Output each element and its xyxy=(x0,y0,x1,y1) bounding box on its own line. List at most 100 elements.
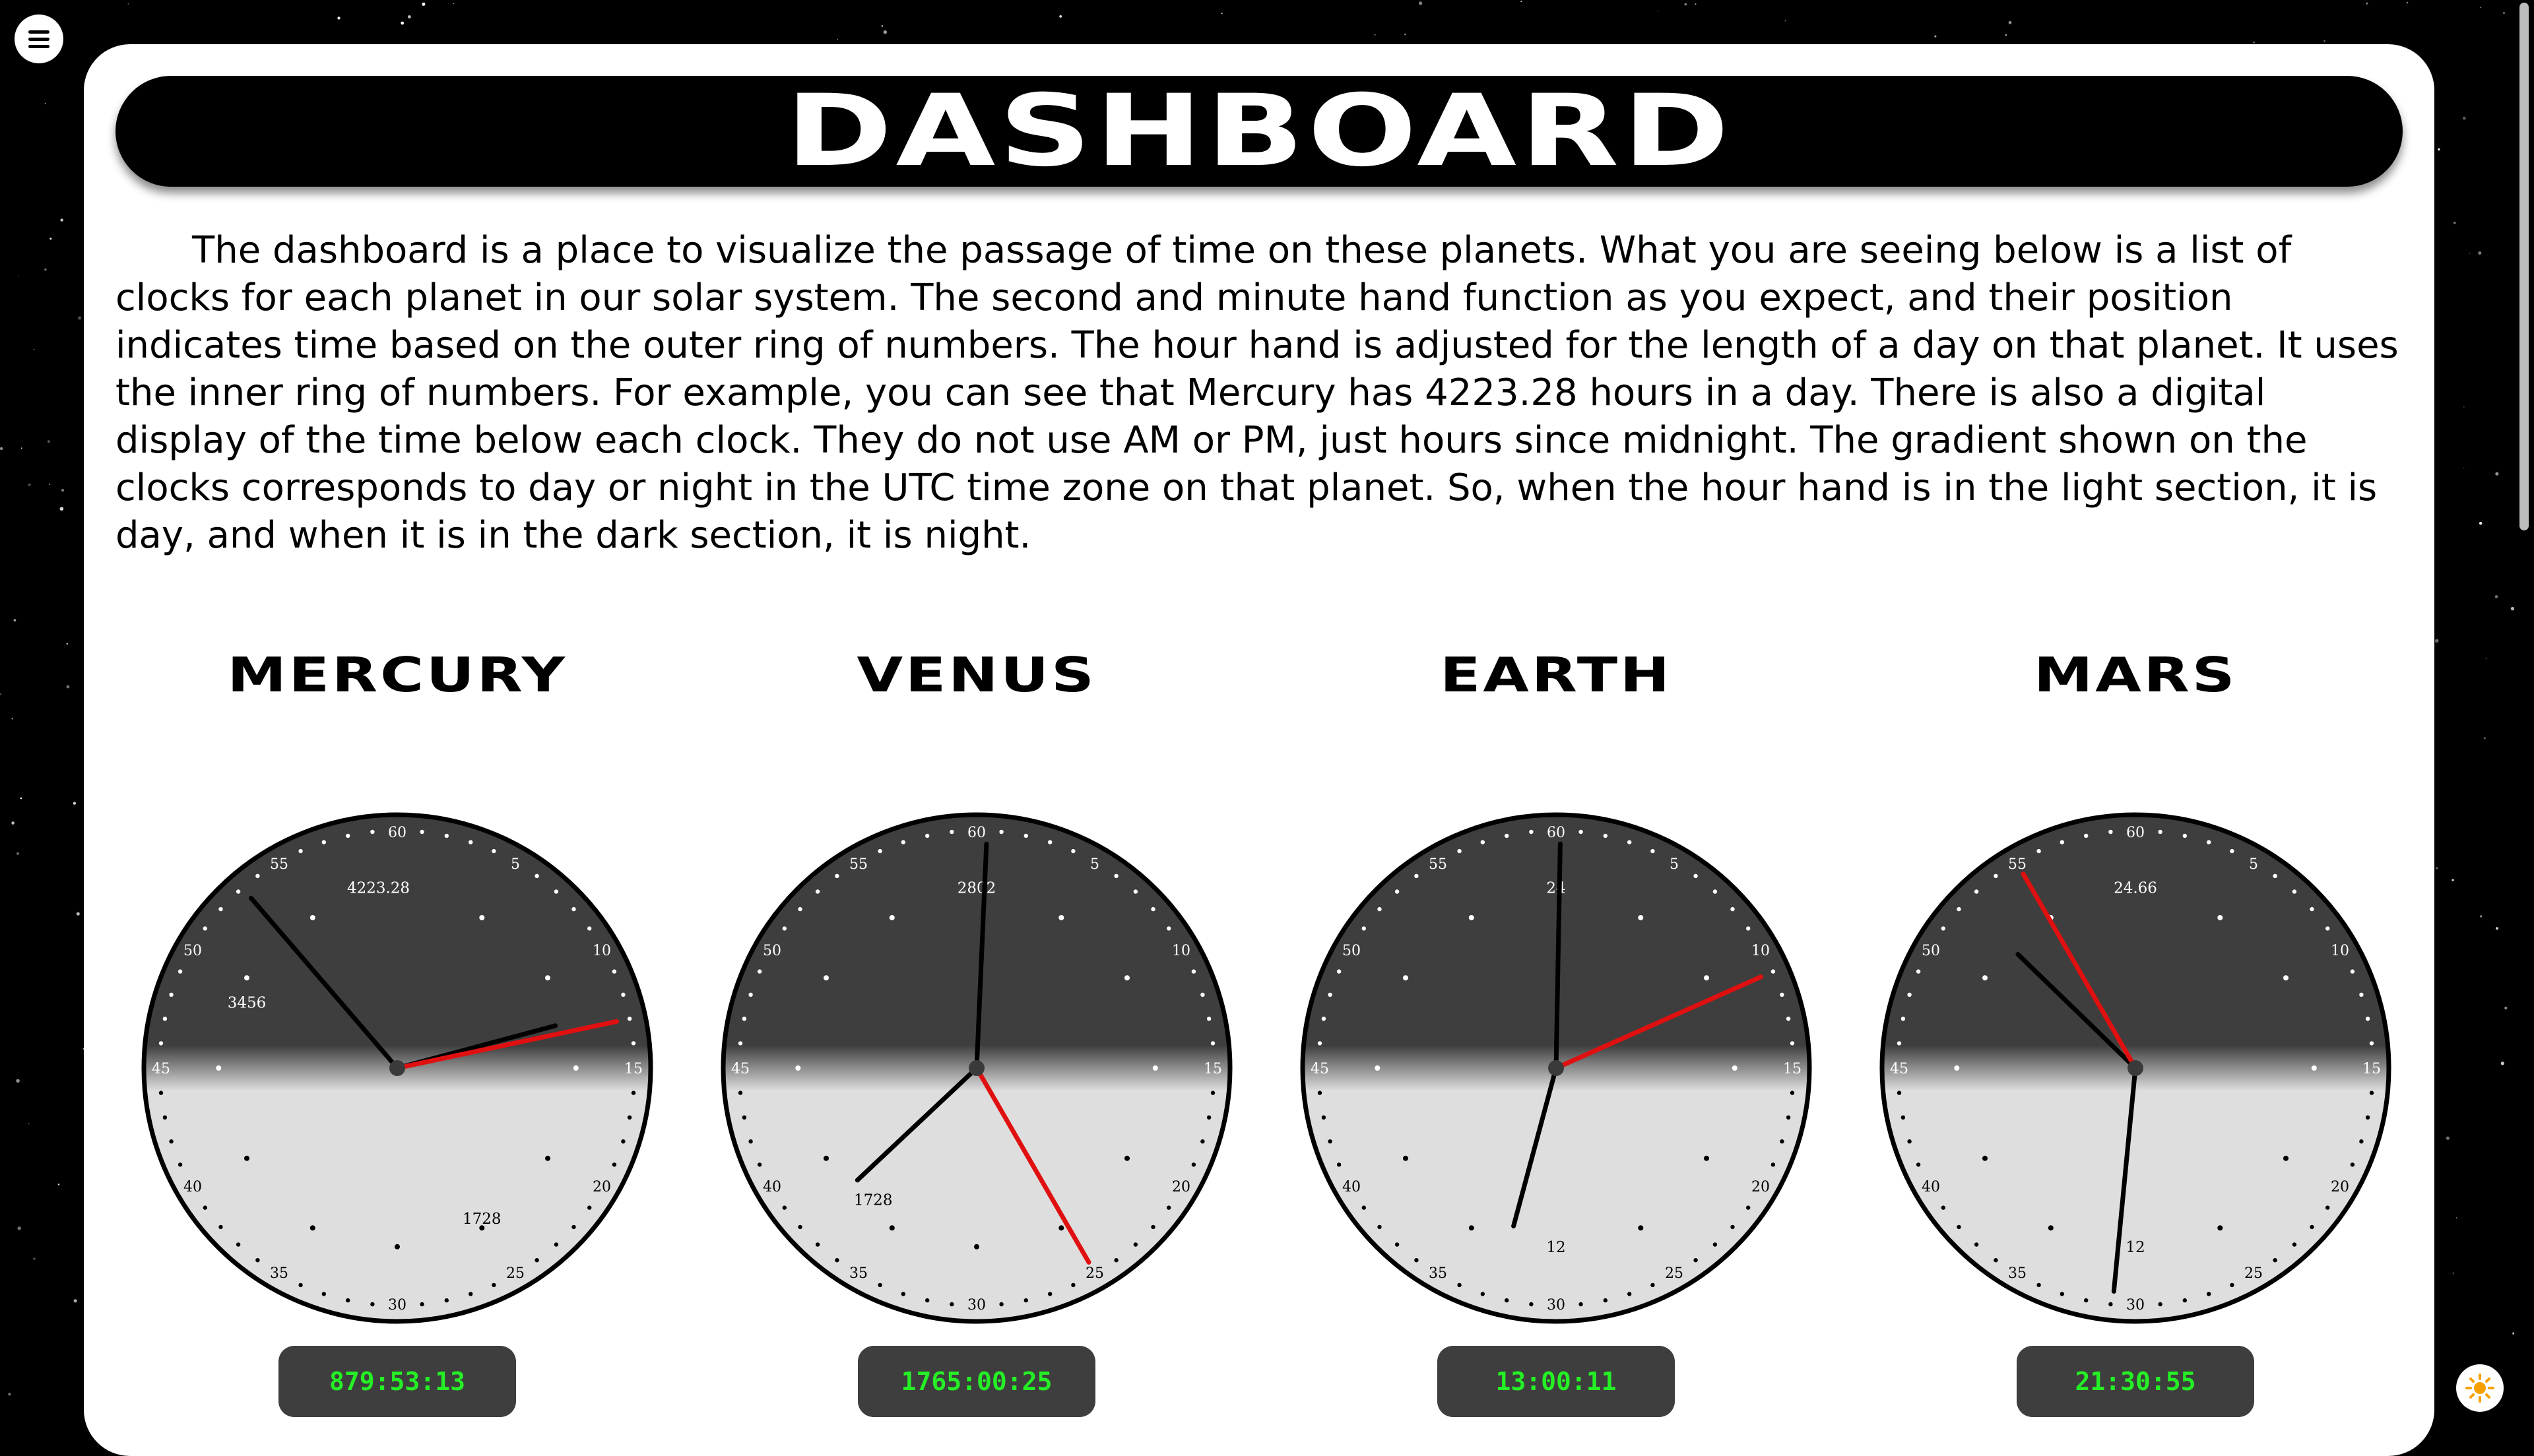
hour-position-dot xyxy=(1704,975,1709,981)
star xyxy=(2434,639,2439,643)
outer-minute-label: 40 xyxy=(1342,1179,1361,1195)
outer-minute-label: 20 xyxy=(1751,1179,1770,1195)
outer-minute-label: 30 xyxy=(1547,1297,1565,1314)
minute-tick-mark xyxy=(1336,969,1342,974)
minute-tick-mark xyxy=(492,1282,496,1288)
minute-tick-mark xyxy=(1377,906,1382,912)
outer-minute-label: 45 xyxy=(731,1061,750,1077)
minute-tick-mark xyxy=(2350,1162,2355,1167)
hour-position-dot xyxy=(1638,1225,1644,1231)
hour-position-dot xyxy=(1704,1155,1709,1161)
minute-tick-mark xyxy=(1974,889,1979,894)
outer-minute-label: 15 xyxy=(624,1061,643,1077)
minute-tick-mark xyxy=(950,829,954,835)
hour-position-dot xyxy=(216,1065,222,1071)
minute-tick-mark xyxy=(535,1258,539,1263)
hour-position-dot xyxy=(2217,1225,2223,1231)
minute-tick-mark xyxy=(757,1162,762,1167)
star xyxy=(408,15,411,18)
star xyxy=(2480,915,2483,918)
minute-tick-mark xyxy=(835,1258,839,1263)
star xyxy=(57,1184,60,1186)
star xyxy=(2366,2,2368,5)
star xyxy=(13,619,16,621)
outer-minute-label: 60 xyxy=(2126,825,2145,841)
minute-tick-mark xyxy=(1994,873,1998,878)
minute-tick-mark xyxy=(1151,906,1155,912)
hour-position-dot xyxy=(974,1244,979,1250)
hour-position-dot xyxy=(2283,1155,2289,1161)
star xyxy=(883,30,888,34)
minute-tick-mark xyxy=(738,1041,743,1046)
minute-tick-mark xyxy=(1321,1115,1326,1120)
minute-tick-mark xyxy=(255,873,260,878)
minute-tick-mark xyxy=(2182,1298,2187,1303)
theme-toggle-button[interactable] xyxy=(2456,1364,2504,1412)
minute-tick-mark xyxy=(346,1298,350,1303)
minute-tick-mark xyxy=(298,1282,303,1288)
outer-minute-label: 25 xyxy=(506,1265,525,1282)
minute-tick-mark xyxy=(1317,1041,1322,1046)
outer-minute-label: 25 xyxy=(1086,1265,1104,1282)
minute-tick-mark xyxy=(2325,1205,2330,1210)
minute-tick-mark xyxy=(748,1139,753,1144)
minute-tick-mark xyxy=(2369,1091,2374,1095)
outer-minute-label: 5 xyxy=(1090,856,1099,873)
star xyxy=(2323,40,2325,42)
outer-minute-label: 60 xyxy=(388,825,406,841)
star xyxy=(66,643,68,645)
star xyxy=(47,440,50,443)
minute-tick-mark xyxy=(1746,926,1751,931)
star xyxy=(49,237,52,240)
minute-tick-mark xyxy=(236,889,241,894)
star xyxy=(1784,20,1786,22)
minute-tick-mark xyxy=(1071,848,1076,854)
inner-hour-label: 24.66 xyxy=(2114,879,2157,897)
planet-clock-card: MARS 60 5 10 15 20 25 30 35 40 45 50 55 24.66 12 21:30:… xyxy=(1868,651,2403,1423)
star xyxy=(2436,867,2438,870)
minute-tick-mark xyxy=(612,969,617,974)
inner-hour-label: 3456 xyxy=(228,994,267,1011)
minute-tick-mark xyxy=(587,1205,592,1210)
outer-minute-label: 55 xyxy=(849,856,868,873)
minute-tick-mark xyxy=(2310,1224,2314,1230)
digital-time-display: 879:53:13 xyxy=(278,1346,516,1417)
star xyxy=(8,1393,11,1396)
minute-tick-mark xyxy=(950,1302,954,1307)
minute-tick-mark xyxy=(999,1302,1004,1307)
inner-hour-label: 2802 xyxy=(958,879,996,897)
digital-time-display: 21:30:55 xyxy=(2017,1346,2254,1417)
star xyxy=(2496,927,2498,930)
inner-hour-label: 1728 xyxy=(463,1211,502,1228)
menu-button[interactable] xyxy=(15,15,63,63)
hour-position-dot xyxy=(2283,975,2289,981)
star xyxy=(1059,15,1062,18)
star xyxy=(2452,879,2454,881)
outer-minute-label: 35 xyxy=(2008,1265,2027,1282)
minute-tick-mark xyxy=(1206,1115,1212,1120)
star xyxy=(28,483,31,487)
scrollbar-thumb[interactable] xyxy=(2519,3,2529,530)
star xyxy=(1684,3,1687,6)
star xyxy=(2503,12,2505,14)
outer-minute-label: 55 xyxy=(2008,856,2027,873)
star xyxy=(44,268,47,271)
star xyxy=(33,1257,36,1260)
star xyxy=(127,3,129,5)
hour-position-dot xyxy=(1982,975,1988,981)
minute-tick-mark xyxy=(1693,873,1698,878)
minute-tick-mark xyxy=(1941,926,1945,931)
minute-tick-mark xyxy=(835,873,839,878)
minute-tick-mark xyxy=(1771,1162,1776,1167)
star xyxy=(2008,21,2012,24)
minute-tick-mark xyxy=(444,833,449,839)
minute-tick-mark xyxy=(738,1091,743,1095)
star xyxy=(2446,1136,2450,1140)
star xyxy=(1695,3,1697,5)
outer-minute-label: 45 xyxy=(1311,1061,1329,1077)
minute-tick-mark xyxy=(2310,906,2314,912)
minute-tick-mark xyxy=(1786,1017,1791,1021)
star xyxy=(11,821,15,825)
hour-position-dot xyxy=(1638,915,1644,920)
minute-tick-mark xyxy=(2060,1292,2064,1296)
